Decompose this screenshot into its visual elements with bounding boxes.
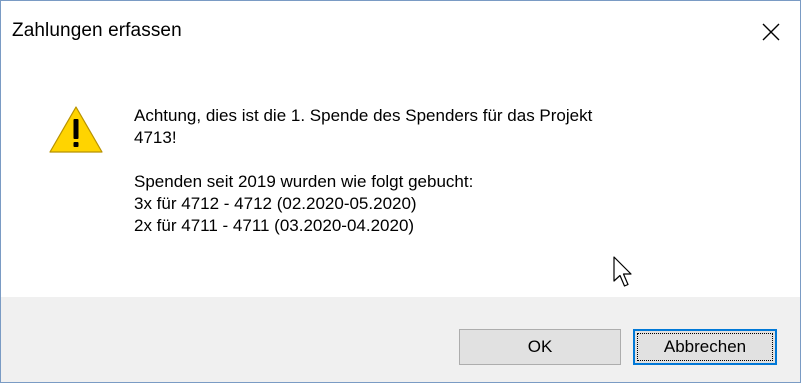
title-bar: Zahlungen erfassen [1, 1, 800, 63]
message-line: 4713! [134, 128, 177, 147]
warning-icon [49, 106, 103, 153]
button-bar: OK Abbrechen [1, 297, 800, 382]
close-button[interactable] [742, 1, 800, 63]
window-title: Zahlungen erfassen [12, 20, 182, 41]
message-line: Achtung, dies ist die 1. Spende des Spen… [134, 106, 593, 125]
message-dialog: Zahlungen erfassen Achtung, dies ist die… [0, 0, 801, 383]
ok-button[interactable]: OK [459, 329, 621, 365]
message-line: 3x für 4712 - 4712 (02.2020-05.2020) [134, 194, 417, 213]
message-line: 2x für 4711 - 4711 (03.2020-04.2020) [134, 216, 415, 235]
cancel-button[interactable]: Abbrechen [633, 329, 777, 365]
message-line: Spenden seit 2019 wurden wie folgt gebuc… [134, 172, 474, 191]
mouse-pointer-icon [613, 256, 632, 287]
dialog-content: Achtung, dies ist die 1. Spende des Spen… [1, 63, 800, 297]
close-icon [762, 23, 780, 41]
focus-ring [637, 333, 773, 361]
message-text: Achtung, dies ist die 1. Spende des Spen… [134, 105, 774, 237]
ok-button-label: OK [527, 337, 553, 356]
